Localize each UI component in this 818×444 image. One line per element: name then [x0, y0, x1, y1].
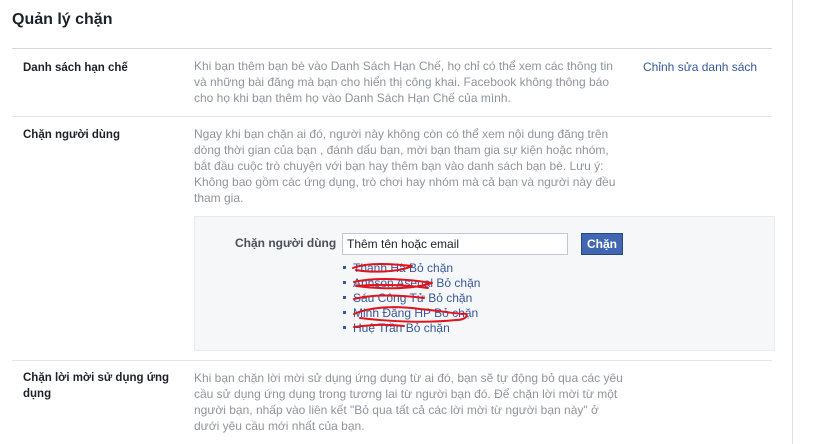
- block-form-label: Chặn người dùng: [235, 236, 337, 250]
- blocked-users-list: Thanh Hà Bỏ chặn Anhson Asenal Bỏ chặn S…: [343, 261, 480, 336]
- app-invites-description: Khi bạn chặn lời mời sử dụng ứng dụng từ…: [194, 371, 623, 433]
- title-divider: [12, 48, 772, 49]
- restricted-list-description: Khi bạn thêm bạn bè vào Danh Sách Hạn Ch…: [194, 59, 613, 105]
- blocked-user-name: Sáu Công Tử: [353, 291, 425, 305]
- blocked-user-item: Minh Đăng HP Bỏ chặn: [343, 306, 480, 321]
- edit-list-link[interactable]: Chỉnh sửa danh sách: [643, 60, 757, 74]
- unblock-link[interactable]: Bỏ chặn: [434, 306, 478, 320]
- block-users-description: Ngay khi bạn chặn ai đó, người này không…: [194, 127, 616, 205]
- app-invites-label: Chặn lời mời sử dụng ứng dụng: [23, 372, 170, 400]
- block-users-label: Chặn người dùng: [23, 129, 120, 141]
- block-user-input[interactable]: [342, 233, 568, 255]
- blocked-user-item: Anhson Asenal Bỏ chặn: [343, 276, 480, 291]
- blocked-user-item: Huệ Trần Bỏ chặn: [343, 321, 480, 336]
- unblock-link[interactable]: Bỏ chặn: [406, 321, 450, 335]
- page-title: Quản lý chặn: [12, 11, 113, 28]
- blocked-user-name: Minh Đăng HP: [353, 306, 431, 320]
- restricted-list-label: Danh sách hạn chế: [23, 62, 128, 74]
- blocked-user-name: Thanh Hà: [353, 261, 406, 275]
- bullet-icon: [343, 326, 346, 330]
- row-divider: [12, 360, 772, 361]
- blocked-user-name: Anhson Asenal: [353, 276, 434, 290]
- unblock-link[interactable]: Bỏ chặn: [428, 291, 472, 305]
- blocked-user-item: Sáu Công Tử Bỏ chặn: [343, 291, 480, 306]
- bullet-icon: [343, 266, 346, 270]
- bullet-icon: [343, 311, 346, 315]
- blocked-user-item: Thanh Hà Bỏ chặn: [343, 261, 480, 276]
- content-border: [792, 0, 793, 444]
- row-divider: [12, 116, 772, 117]
- unblock-link[interactable]: Bỏ chặn: [409, 261, 453, 275]
- unblock-link[interactable]: Bỏ chặn: [436, 276, 480, 290]
- block-button[interactable]: Chặn: [581, 233, 623, 255]
- blocked-user-name: Huệ Trần: [353, 321, 403, 335]
- bullet-icon: [343, 281, 346, 285]
- bullet-icon: [343, 296, 346, 300]
